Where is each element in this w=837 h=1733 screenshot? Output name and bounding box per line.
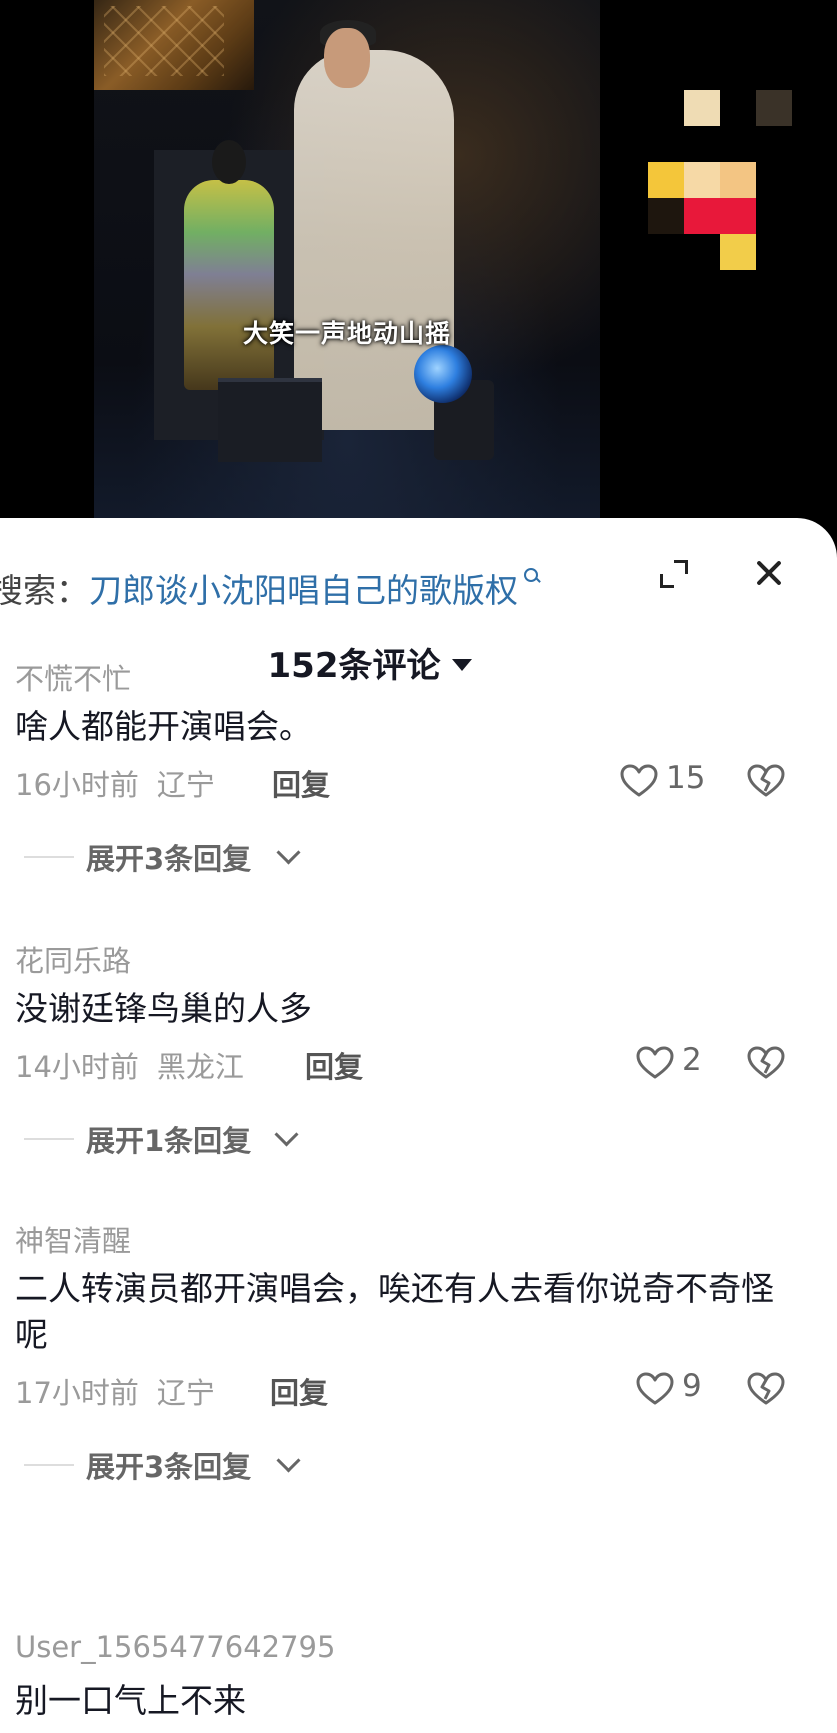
comment-username[interactable]: User_1565477642795: [15, 1630, 335, 1664]
reply-button[interactable]: 回复: [270, 1370, 328, 1412]
chevron-down-icon: [274, 1122, 299, 1147]
comment-content[interactable]: 没谢廷锋鸟巢的人多: [15, 986, 795, 1032]
comment-region: 辽宁: [156, 768, 215, 802]
divider-line: [24, 1464, 74, 1466]
dislike-icon[interactable]: [747, 1046, 785, 1080]
expand-replies-label: 展开1条回复: [86, 1124, 252, 1158]
expand-replies-button[interactable]: 展开3条回复: [24, 836, 324, 876]
search-suggestion[interactable]: 搜索：刀郎谈小沈阳唱自己的歌版权: [0, 564, 540, 612]
stage-light: [414, 345, 472, 403]
chevron-down-icon: [276, 1448, 301, 1473]
expand-replies-button[interactable]: 展开3条回复: [24, 1444, 324, 1484]
like-button[interactable]: 9: [636, 1368, 726, 1408]
heart-icon: [636, 1372, 674, 1405]
search-suggestion-bar[interactable]: 搜索：刀郎谈小沈阳唱自己的歌版权: [0, 554, 837, 610]
comment-content[interactable]: 二人转演员都开演唱会，唉还有人去看你说奇不奇怪呢: [15, 1266, 795, 1358]
comment-meta: 17小时前 辽宁: [15, 1370, 215, 1412]
dislike-icon[interactable]: [747, 1372, 785, 1406]
reply-button[interactable]: 回复: [305, 1044, 363, 1086]
expand-replies-button[interactable]: 展开1条回复: [24, 1118, 324, 1158]
pixel-mosaic: [648, 90, 792, 270]
stage-monitor: [218, 378, 322, 462]
expand-replies-label: 展开3条回复: [86, 1450, 252, 1484]
comment-region: 辽宁: [156, 1376, 215, 1410]
comment-meta: 16小时前 辽宁: [15, 762, 215, 804]
comment-username[interactable]: 花同乐路: [15, 938, 131, 980]
close-icon[interactable]: [752, 556, 786, 590]
heart-icon: [636, 1046, 674, 1079]
comment-time: 16小时前: [15, 768, 139, 802]
chevron-down-icon: [276, 840, 301, 865]
like-count: 2: [682, 1042, 702, 1078]
comment-meta: 14小时前 黑龙江: [15, 1044, 244, 1086]
video-player[interactable]: 大笑一声地动山摇: [0, 0, 837, 530]
stage-prop: [94, 0, 254, 90]
divider-line: [24, 856, 74, 858]
comment-time: 14小时前: [15, 1050, 139, 1084]
search-query-link[interactable]: 刀郎谈小沈阳唱自己的歌版权: [89, 571, 518, 610]
search-icon[interactable]: [524, 568, 540, 584]
like-button[interactable]: 2: [636, 1042, 726, 1082]
comment-sheet: 搜索：刀郎谈小沈阳唱自己的歌版权 152条评论 不慌不忙 啥人都能开演唱会。 1…: [0, 518, 837, 1733]
reply-button[interactable]: 回复: [272, 762, 330, 804]
video-frame[interactable]: 大笑一声地动山摇: [94, 0, 600, 518]
dislike-icon[interactable]: [747, 764, 785, 798]
search-prefix: 搜索：: [0, 571, 89, 610]
caret-down-icon[interactable]: [452, 659, 473, 671]
comment-content[interactable]: 别一口气上不来: [15, 1678, 795, 1724]
heart-icon: [620, 764, 658, 797]
dancer-figure: [184, 180, 274, 390]
comment-time: 17小时前: [15, 1376, 139, 1410]
divider-line: [24, 1138, 74, 1140]
like-button[interactable]: 15: [620, 760, 720, 800]
dancer-head: [212, 140, 246, 184]
comment-region: 黑龙江: [156, 1050, 244, 1084]
video-subtitle: 大笑一声地动山摇: [242, 319, 451, 348]
comment-count-label: 152条评论: [267, 646, 441, 686]
expand-replies-label: 展开3条回复: [86, 842, 252, 876]
comment-content[interactable]: 啥人都能开演唱会。: [15, 704, 795, 750]
comment-username[interactable]: 不慌不忙: [15, 656, 131, 698]
fullscreen-expand-icon[interactable]: [658, 558, 690, 590]
performer-head: [324, 28, 370, 88]
like-count: 15: [666, 760, 706, 796]
comment-username[interactable]: 神智清醒: [15, 1218, 131, 1260]
like-count: 9: [682, 1368, 702, 1404]
